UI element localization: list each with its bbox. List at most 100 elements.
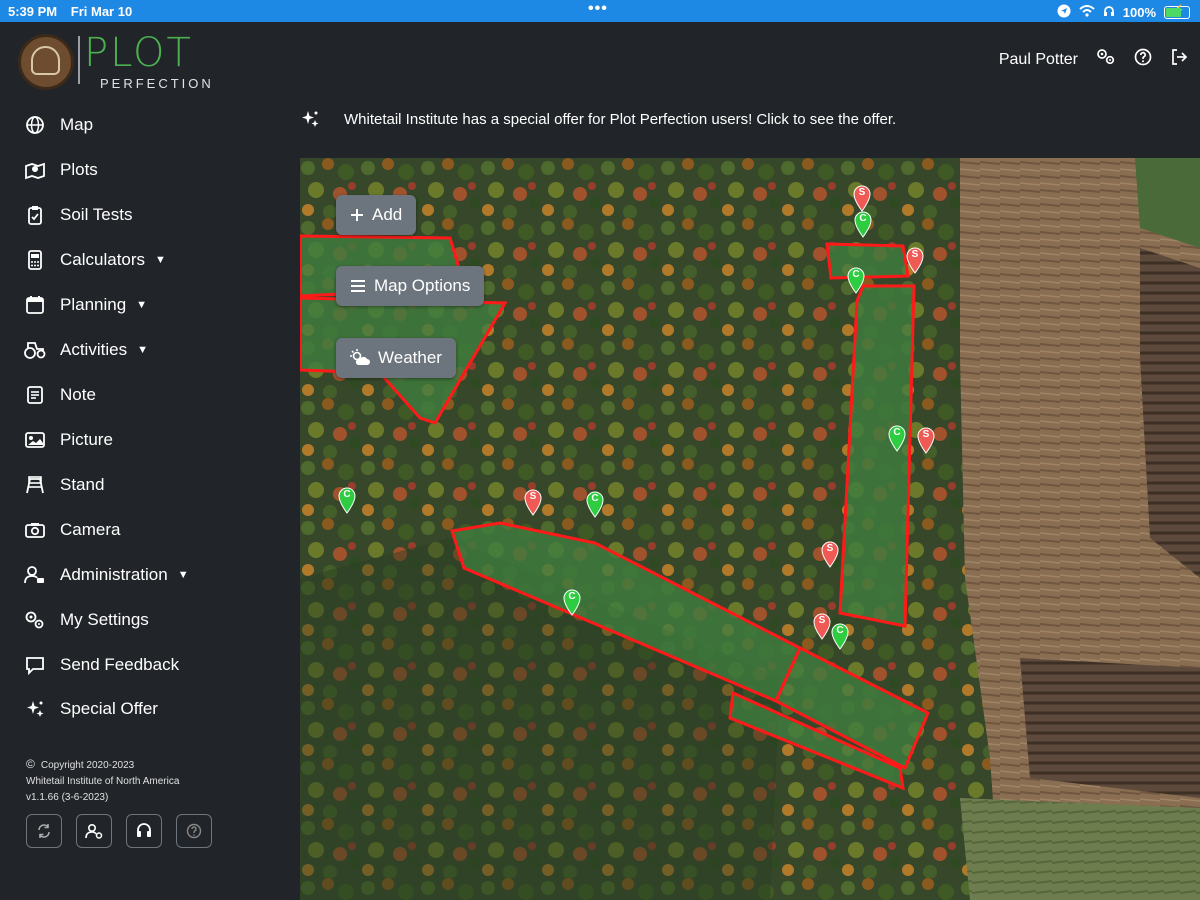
- sidebar-item-label: My Settings: [60, 610, 149, 629]
- sidebar-item-note[interactable]: Note: [24, 378, 96, 412]
- camera-pin[interactable]: C: [585, 490, 605, 518]
- camera-pin[interactable]: C: [830, 622, 850, 650]
- caret-down-icon: ▼: [155, 254, 166, 266]
- copyright-icon: ©: [26, 757, 35, 771]
- status-time: 5:39 PM: [8, 4, 58, 19]
- user-gear-icon: [85, 823, 103, 839]
- map-view[interactable]: S C S C C S C S C S C S C Add Map Option…: [300, 158, 1200, 900]
- sidebar-item-activities[interactable]: Activities ▼: [24, 333, 148, 367]
- sidebar-item-plots[interactable]: Plots: [24, 153, 98, 187]
- battery-percent: 100%: [1122, 5, 1156, 20]
- wifi-icon: [1079, 5, 1095, 20]
- sidebar-item-label: Activities: [60, 340, 128, 359]
- menu-icon: [350, 279, 366, 293]
- sidebar-item-label: Calculators: [60, 250, 146, 269]
- sync-icon: [38, 824, 50, 838]
- sidebar-item-label: Map: [60, 115, 94, 134]
- deer-emblem-icon: [18, 34, 74, 90]
- sidebar-item-label: Note: [60, 385, 96, 404]
- special-offer-text: Whitetail Institute has a special offer …: [344, 110, 897, 128]
- help-icon: [186, 823, 202, 839]
- soil-test-icon: [24, 204, 46, 226]
- sidebar-footer: © Copyright 2020-2023 Whitetail Institute…: [26, 756, 179, 806]
- stand-pin[interactable]: S: [820, 540, 840, 568]
- camera-pin[interactable]: C: [887, 424, 907, 452]
- sidebar-item-administration[interactable]: Administration ▼: [24, 558, 189, 592]
- camera-pin[interactable]: C: [853, 210, 873, 238]
- location-icon: [1057, 4, 1071, 21]
- status-date: Fri Mar 10: [70, 4, 133, 19]
- sync-button[interactable]: [26, 814, 62, 848]
- picture-icon: [24, 429, 46, 451]
- sidebar-item-stand[interactable]: Stand: [24, 468, 104, 502]
- note-icon: [24, 384, 46, 406]
- stand-pin[interactable]: S: [916, 426, 936, 454]
- user-name[interactable]: Paul Potter: [999, 51, 1078, 69]
- tractor-icon: [24, 339, 46, 361]
- calendar-icon: [24, 294, 46, 316]
- help-button[interactable]: [176, 814, 212, 848]
- sidebar-item-camera[interactable]: Camera: [24, 513, 120, 547]
- weather-button[interactable]: Weather: [336, 338, 456, 378]
- sidebar-item-soil-tests[interactable]: Soil Tests: [24, 198, 132, 232]
- settings-icon[interactable]: [1096, 48, 1116, 71]
- caret-down-icon: ▼: [177, 569, 189, 581]
- stand-pin[interactable]: S: [812, 612, 832, 640]
- stand-icon: [24, 474, 46, 496]
- sidebar-item-my-settings[interactable]: My Settings: [24, 603, 149, 637]
- camera-pin[interactable]: C: [846, 266, 866, 294]
- multitask-dots-icon[interactable]: •••: [588, 0, 608, 18]
- header-user-bar: Paul Potter: [999, 48, 1188, 71]
- logo-subtitle: PERFECTION: [100, 76, 214, 91]
- sidebar-item-special-offer[interactable]: Special Offer: [24, 692, 158, 726]
- status-bar: 5:39 PM Fri Mar 10 ••• 100% ⚡: [0, 0, 1200, 22]
- logout-icon[interactable]: [1170, 48, 1188, 71]
- caret-down-icon: ▼: [136, 299, 148, 311]
- company-text: Whitetail Institute of North America: [26, 776, 180, 787]
- version-text: v1.1.66 (3-6-2023): [26, 792, 109, 803]
- add-button-label: Add: [372, 205, 403, 224]
- sidebar-item-label: Stand: [60, 475, 105, 494]
- stand-pin[interactable]: S: [905, 246, 925, 274]
- sidebar-item-label: Camera: [60, 520, 121, 539]
- camera-pin[interactable]: C: [562, 588, 582, 616]
- sidebar-item-label: Send Feedback: [60, 655, 180, 674]
- sidebar-item-label: Planning: [60, 295, 127, 314]
- feedback-icon: [24, 654, 46, 676]
- sparkle-icon: [24, 698, 46, 720]
- copyright-text: Copyright 2020-2023: [40, 760, 135, 771]
- camera-pin[interactable]: C: [337, 486, 357, 514]
- account-button[interactable]: [76, 814, 112, 848]
- stand-pin[interactable]: S: [852, 184, 872, 212]
- globe-icon: [24, 114, 46, 136]
- sidebar-item-calculators[interactable]: Calculators ▼: [24, 243, 166, 277]
- sparkle-icon: [300, 109, 320, 129]
- weather-icon: [350, 349, 370, 367]
- sidebar-item-label: Special Offer: [60, 699, 158, 718]
- help-icon[interactable]: [1134, 48, 1152, 71]
- admin-icon: [24, 564, 46, 586]
- stand-pin[interactable]: S: [523, 488, 543, 516]
- sidebar-item-label: Plots: [60, 160, 98, 179]
- caret-down-icon: ▼: [137, 344, 148, 356]
- headphones-icon: [1103, 5, 1115, 20]
- settings-icon: [24, 609, 46, 631]
- sidebar-item-send-feedback[interactable]: Send Feedback: [24, 648, 179, 682]
- footer-button-bar: [26, 814, 212, 848]
- sidebar-item-label: Picture: [60, 430, 113, 449]
- camera-icon: [24, 519, 46, 541]
- sidebar-item-map[interactable]: Map: [24, 108, 93, 142]
- add-button[interactable]: Add: [336, 195, 417, 235]
- support-button[interactable]: [126, 814, 162, 848]
- plots-icon: [24, 159, 46, 181]
- sidebar-item-label: Administration: [60, 565, 168, 584]
- plus-icon: [350, 208, 364, 222]
- map-options-button[interactable]: Map Options: [336, 266, 485, 306]
- battery-icon: ⚡: [1164, 5, 1190, 19]
- calculator-icon: [24, 249, 46, 271]
- sidebar-item-planning[interactable]: Planning ▼: [24, 288, 147, 322]
- app-logo[interactable]: PLOT PERFECTION: [18, 30, 218, 94]
- special-offer-banner[interactable]: Whitetail Institute has a special offer …: [300, 106, 1200, 132]
- map-options-label: Map Options: [374, 276, 471, 295]
- sidebar-item-picture[interactable]: Picture: [24, 423, 113, 457]
